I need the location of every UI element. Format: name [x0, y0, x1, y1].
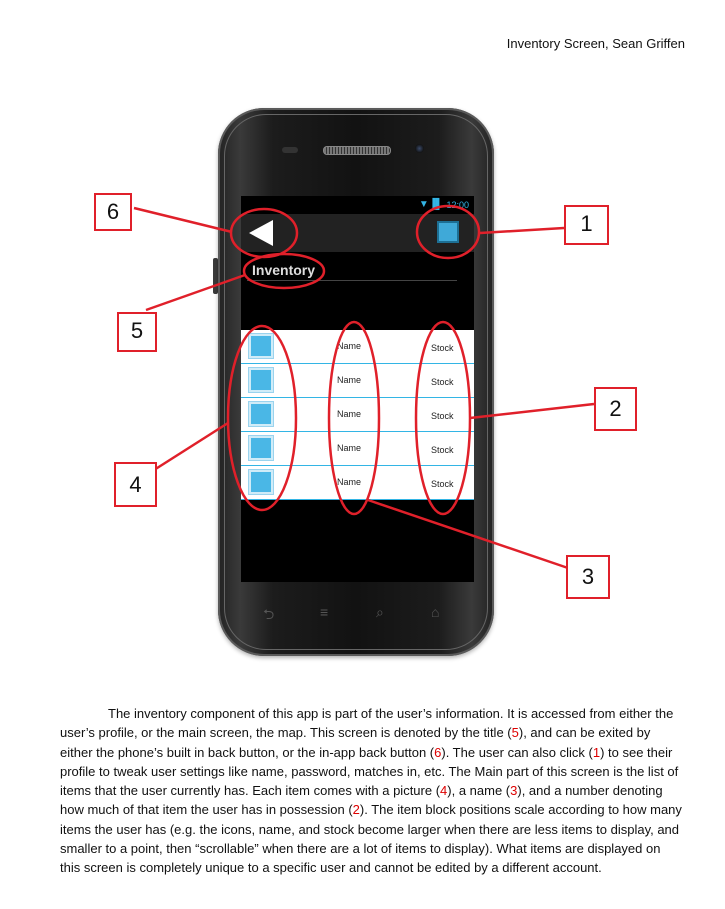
ref-1: 1	[592, 744, 601, 760]
arrow-line-6	[133, 206, 233, 234]
arrow-line-4	[153, 421, 229, 472]
arrow-line-5	[145, 273, 246, 312]
callout-5: 5	[117, 312, 157, 352]
ref-2: 2	[352, 802, 360, 818]
highlight-names-ellipse	[327, 320, 381, 516]
highlight-profile-ellipse	[415, 204, 481, 260]
callout-4: 4	[114, 462, 157, 507]
callout-6: 6	[94, 193, 132, 231]
highlight-stock-ellipse	[414, 320, 472, 516]
callout-2: 2	[594, 387, 637, 431]
text-segment: ). The user can also click (	[441, 744, 593, 760]
highlight-pictures-ellipse	[226, 324, 298, 512]
arrow-line-1	[479, 226, 565, 235]
arrow-line-2	[469, 402, 595, 420]
highlight-title-ellipse	[242, 252, 326, 290]
description-paragraph: The inventory component of this app is p…	[60, 704, 682, 878]
callout-1: 1	[564, 205, 609, 245]
arrow-line-3	[367, 498, 569, 570]
text-segment: ), a name (	[447, 783, 511, 799]
highlight-back-ellipse	[229, 207, 299, 259]
callout-3: 3	[566, 555, 610, 599]
ref-5: 5	[511, 725, 519, 741]
